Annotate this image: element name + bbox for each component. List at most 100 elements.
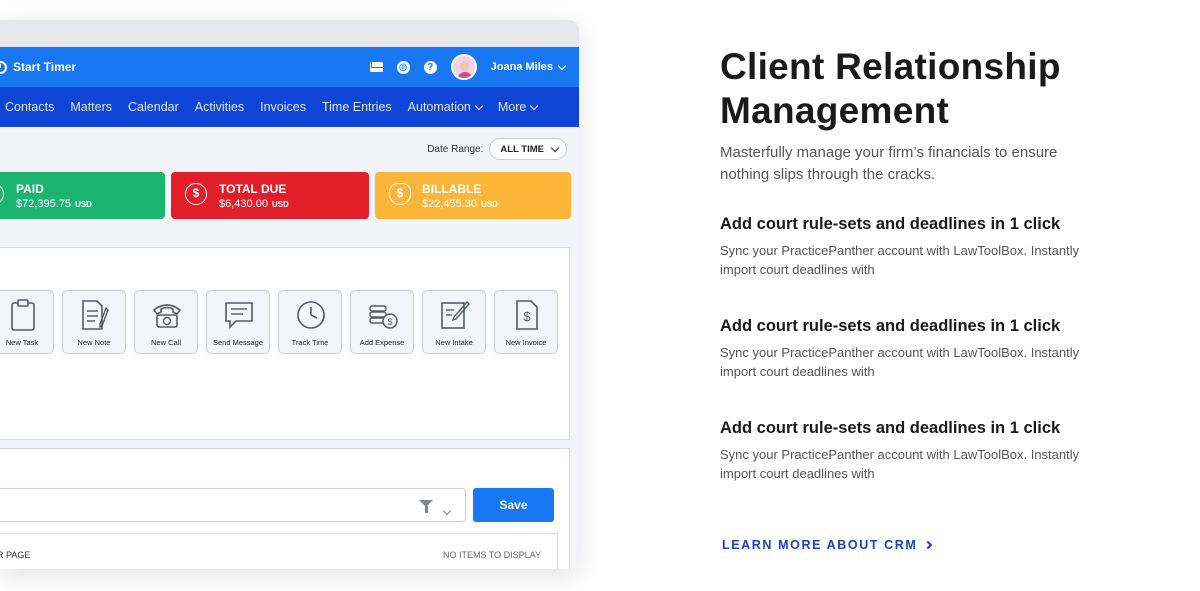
filter-icon[interactable] <box>419 500 433 513</box>
date-range: Date Range: ALL TIME <box>427 138 567 160</box>
track-time-button[interactable]: Track Time <box>278 290 342 354</box>
billable-title: BILLABLE <box>422 182 482 196</box>
nav-time-entries[interactable]: Time Entries <box>322 100 392 114</box>
add-expense-button[interactable]: $ Add Expense <box>350 290 414 354</box>
help-icon[interactable]: ? <box>423 60 437 74</box>
chevron-down-icon <box>550 143 560 152</box>
hand-coin-icon: $ <box>185 183 207 205</box>
nav-automation[interactable]: Automation <box>407 100 484 114</box>
nav-label: Calendar <box>128 100 179 114</box>
new-invoice-button[interactable]: $ New Invoice <box>494 290 558 354</box>
invoice-icon: $ <box>516 300 538 330</box>
quick-action-label: New Invoice <box>505 338 547 347</box>
start-timer-button[interactable]: Start Timer <box>0 60 76 74</box>
nav-activities[interactable]: Activities <box>195 100 244 114</box>
billable-amount: $22,455.30 <box>422 198 478 210</box>
nav-invoices[interactable]: Invoices <box>260 100 306 114</box>
per-page-label[interactable]: R PAGE <box>0 550 30 560</box>
feature-item: Add court rule-sets and deadlines in 1 c… <box>720 214 1080 279</box>
feature-title: Add court rule-sets and deadlines in 1 c… <box>720 317 1061 335</box>
feature-title: Add court rule-sets and deadlines in 1 c… <box>720 215 1061 233</box>
feature-description: Sync your PracticePanther account with L… <box>720 243 1080 277</box>
money-bag-icon: $ <box>389 183 411 205</box>
new-intake-button[interactable]: New Intake <box>422 290 486 354</box>
send-message-button[interactable]: Send Message <box>206 290 270 354</box>
billable-card[interactable]: $ BILLABLE $22,455.30 USD <box>375 172 571 219</box>
due-amount-row: $6,430.00 USD <box>219 198 289 210</box>
chevron-down-icon <box>557 61 567 70</box>
quick-action-label: Track Time <box>291 338 329 347</box>
nav-label: More <box>497 100 527 114</box>
paid-title: PAID <box>16 182 44 196</box>
feature-description: Sync your PracticePanther account with L… <box>720 345 1080 379</box>
nav-contacts[interactable]: Contacts <box>5 100 54 114</box>
globe-icon[interactable]: ◍ <box>396 60 410 74</box>
table-header: R PAGE NO ITEMS TO DISPLAY <box>0 533 558 569</box>
nav-label: Contacts <box>5 100 55 114</box>
page-title: Client Relationship Management <box>720 45 1180 133</box>
quick-action-label: New Note <box>77 338 111 347</box>
svg-text:$: $ <box>387 317 392 327</box>
clipboard-icon <box>11 299 35 331</box>
due-currency: USD <box>271 200 289 209</box>
quick-action-label: Send Message <box>212 338 264 347</box>
paid-icon: ✓ <box>0 183 4 205</box>
new-note-button[interactable]: New Note <box>62 290 126 354</box>
start-timer-label: Start Timer <box>13 60 77 74</box>
filter-input[interactable] <box>0 488 466 522</box>
nav-label: Time Entries <box>321 100 392 114</box>
nav-matters[interactable]: Matters <box>70 100 112 114</box>
chevron-right-icon <box>924 540 933 550</box>
paid-card[interactable]: ✓ PAID $72,395.75USD <box>0 172 165 219</box>
save-button[interactable]: Save <box>473 488 554 522</box>
app-screenshot-window: Start Timer ◍ ? Joana Miles Contacts Mat… <box>0 20 579 569</box>
user-menu[interactable]: Joana Miles <box>490 61 567 73</box>
new-task-button[interactable]: New Task <box>0 290 54 354</box>
feature-item: Add court rule-sets and deadlines in 1 c… <box>720 316 1080 381</box>
avatar[interactable] <box>450 54 477 80</box>
billable-amount-row: $22,455.30 USD <box>422 198 498 210</box>
user-name: Joana Miles <box>490 61 553 73</box>
timer-icon <box>0 60 7 74</box>
nav-calendar[interactable]: Calendar <box>128 100 179 114</box>
subtitle: Masterfully manage your firm’s financial… <box>720 144 1058 183</box>
date-range-select[interactable]: ALL TIME <box>489 138 567 160</box>
nav-label: Invoices <box>260 100 306 114</box>
clock-icon <box>297 301 325 329</box>
feature-description: Sync your PracticePanther account with L… <box>720 447 1080 481</box>
billable-currency: USD <box>481 200 498 209</box>
quick-actions-panel: New Task New Note New Call Send Message … <box>0 247 570 440</box>
chevron-down-icon <box>474 101 484 110</box>
intake-icon <box>441 300 470 329</box>
paid-amount: $72,395.75 <box>16 198 72 210</box>
date-range-label: Date Range: <box>427 143 484 155</box>
due-title: TOTAL DUE <box>219 182 287 196</box>
note-icon <box>82 300 109 330</box>
list-panel: Save R PAGE NO ITEMS TO DISPLAY <box>0 448 570 569</box>
no-items-message: NO ITEMS TO DISPLAY <box>442 550 541 560</box>
paid-amount-row: $72,395.75 USD <box>16 198 92 210</box>
message-icon <box>225 302 253 329</box>
feature-title: Add court rule-sets and deadlines in 1 c… <box>720 419 1061 437</box>
quick-action-label: New Call <box>150 338 181 347</box>
learn-more-link[interactable]: LEARN MORE ABOUT CRM <box>722 538 933 552</box>
feature-item: Add court rule-sets and deadlines in 1 c… <box>720 418 1080 483</box>
phone-icon <box>152 304 182 328</box>
chevron-down-icon[interactable] <box>442 501 452 519</box>
nav-more[interactable]: More <box>497 100 539 114</box>
coins-icon: $ <box>369 305 398 329</box>
nav-label: Automation <box>407 100 471 114</box>
main-nav: Contacts Matters Calendar Activities Inv… <box>0 87 579 127</box>
total-due-card[interactable]: $ TOTAL DUE $6,430.00 USD <box>171 172 369 219</box>
title-line-2: Management <box>720 90 950 131</box>
quick-action-label: New Intake <box>435 338 473 347</box>
nav-label: Activities <box>194 100 245 114</box>
title-line-1: Client Relationship <box>720 46 1061 87</box>
browser-chrome-strip <box>0 20 579 47</box>
svg-text:$: $ <box>523 309 531 324</box>
mail-icon[interactable] <box>369 62 383 72</box>
new-call-button[interactable]: New Call <box>134 290 198 354</box>
quick-action-label: New Task <box>5 338 39 347</box>
quick-action-label: Add Expense <box>359 338 405 347</box>
paid-currency: USD <box>75 200 92 209</box>
